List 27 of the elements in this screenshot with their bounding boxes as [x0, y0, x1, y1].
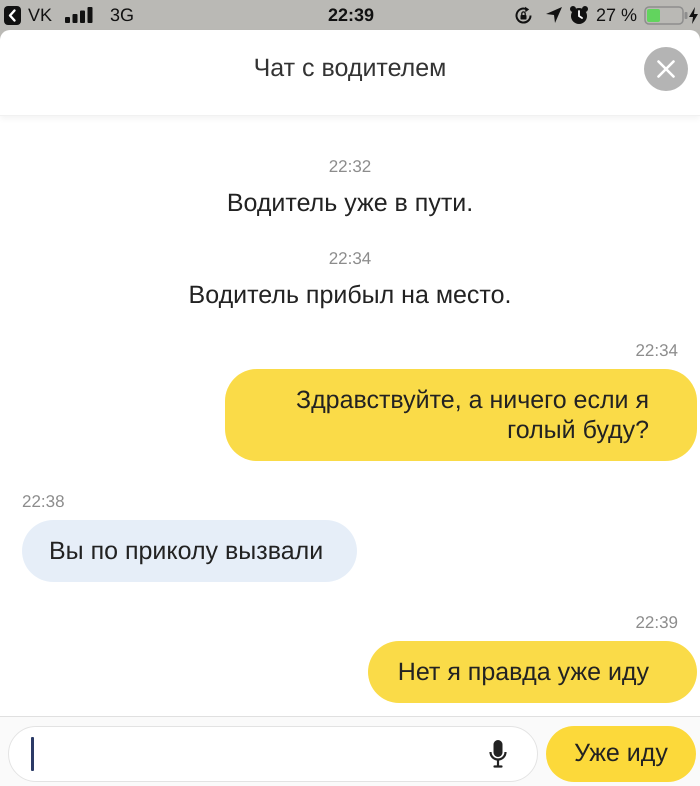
location-arrow-icon: [546, 7, 562, 23]
text-cursor-icon: [31, 736, 34, 770]
battery-icon: [644, 6, 688, 24]
signal-icon: [65, 7, 94, 23]
alarm-clock-icon: [568, 5, 589, 25]
charging-bolt-icon: [689, 6, 698, 24]
chat-title: Чат с водителем: [254, 54, 446, 83]
message-time: 22:34: [635, 342, 678, 360]
sent-message-bubble: Нет я правда уже иду: [368, 641, 697, 703]
battery-percent: 27 %: [596, 5, 637, 25]
message-time: 22:39: [635, 614, 678, 632]
rotation-lock-icon: [514, 6, 533, 24]
message-time: 22:32: [328, 158, 372, 176]
microphone-icon[interactable]: [489, 740, 507, 768]
system-message: Водитель прибыл на место.: [188, 280, 512, 310]
close-button[interactable]: [644, 46, 688, 90]
message-time: 22:34: [328, 250, 372, 268]
received-message-bubble: Вы по приколу вызвали: [22, 520, 358, 582]
system-message: Водитель уже в пути.: [226, 188, 474, 218]
clock-time: 22:39: [328, 5, 374, 25]
close-icon[interactable]: [657, 60, 675, 78]
quick-reply-button[interactable]: Уже иду: [546, 726, 696, 782]
back-icon[interactable]: [4, 6, 21, 24]
network-type: 3G: [110, 5, 134, 25]
back-app-label[interactable]: VK: [28, 5, 52, 25]
message-time: 22:38: [22, 493, 65, 511]
sent-message-bubble: Здравствуйте, а ничего если я голый буду?: [225, 369, 697, 461]
